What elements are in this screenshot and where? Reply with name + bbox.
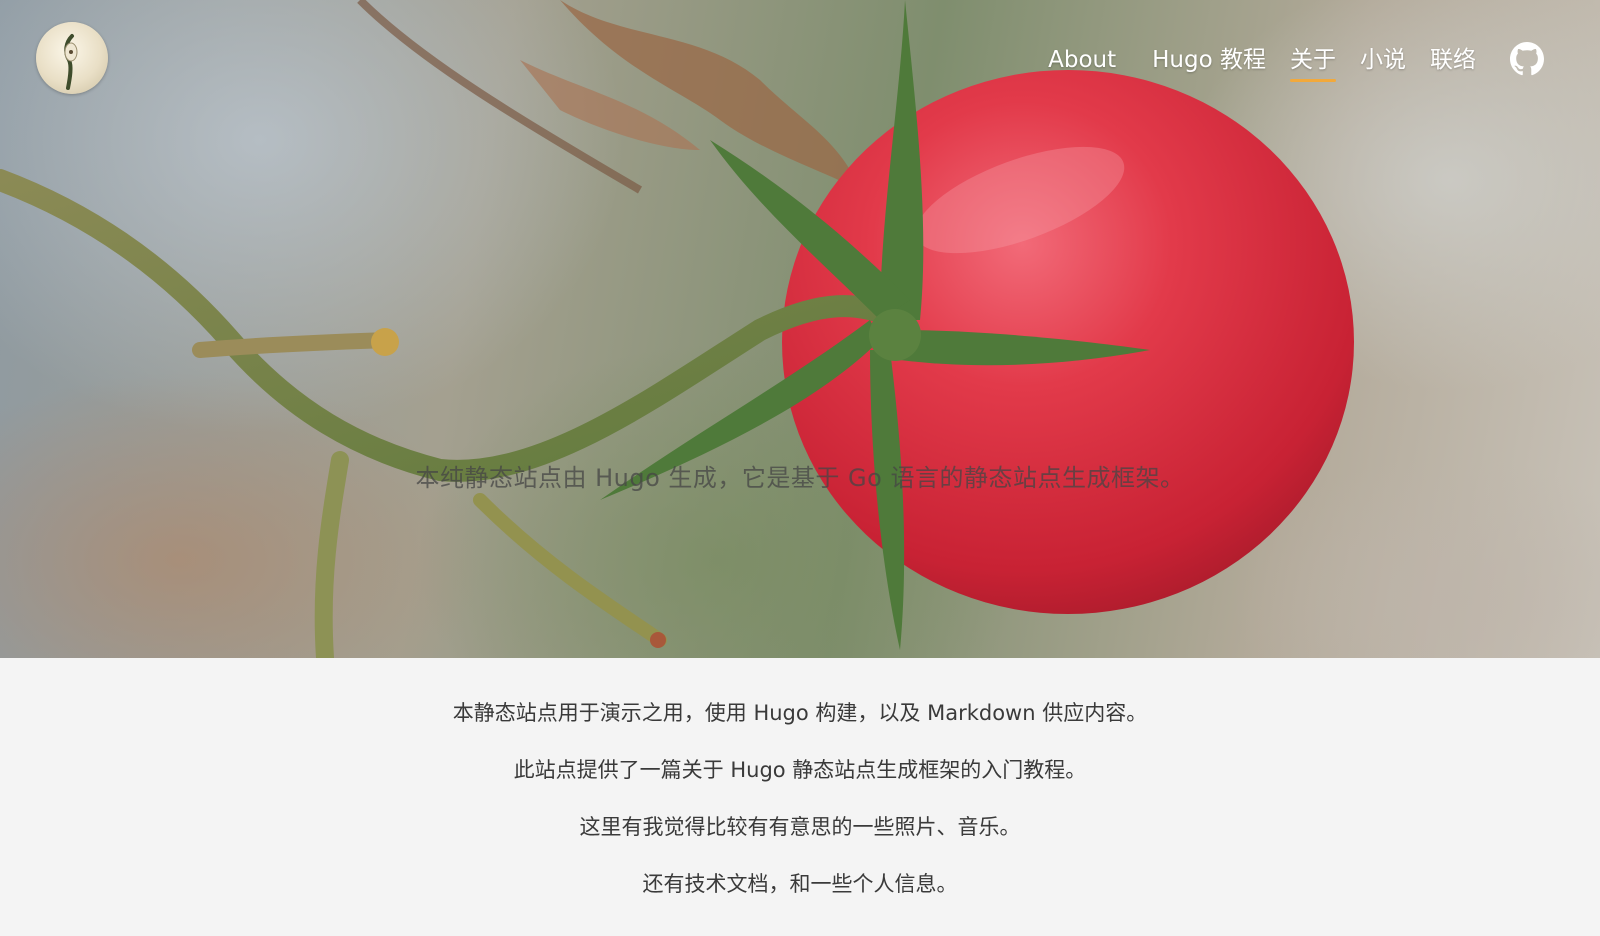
nav-contact[interactable]: 联络 xyxy=(1418,44,1488,76)
nav-guanyu[interactable]: 关于 xyxy=(1278,44,1348,82)
intro-paragraph: 此站点提供了一篇关于 Hugo 静态站点生成框架的入门教程。 xyxy=(513,758,1087,782)
hero-banner: About Hugo 教程 关于 小说 联络 本纯静态站点由 Hugo 生成，它… xyxy=(0,0,1600,658)
top-navigation: About Hugo 教程 关于 小说 联络 xyxy=(0,0,1600,120)
intro-paragraph: 还有技术文档，和一些个人信息。 xyxy=(642,872,958,896)
intro-content: 本静态站点用于演示之用，使用 Hugo 构建，以及 Markdown 供应内容。… xyxy=(0,700,1600,928)
intro-paragraph: 这里有我觉得比较有有意思的一些照片、音乐。 xyxy=(579,815,1021,839)
nav-novel[interactable]: 小说 xyxy=(1348,44,1418,76)
nav-hugo-tutorial[interactable]: Hugo 教程 xyxy=(1140,44,1278,76)
site-logo[interactable] xyxy=(36,22,108,94)
github-mark xyxy=(1510,42,1544,76)
intro-paragraph: 本静态站点用于演示之用，使用 Hugo 构建，以及 Markdown 供应内容。 xyxy=(452,701,1148,725)
main-nav: About Hugo 教程 关于 小说 联络 xyxy=(1036,44,1488,84)
github-icon[interactable] xyxy=(1510,42,1544,76)
hero-caption: 本纯静态站点由 Hugo 生成，它是基于 Go 语言的静态站点生成框架。 xyxy=(415,464,1185,492)
nav-about[interactable]: About xyxy=(1036,44,1128,76)
logo-image xyxy=(64,34,78,90)
